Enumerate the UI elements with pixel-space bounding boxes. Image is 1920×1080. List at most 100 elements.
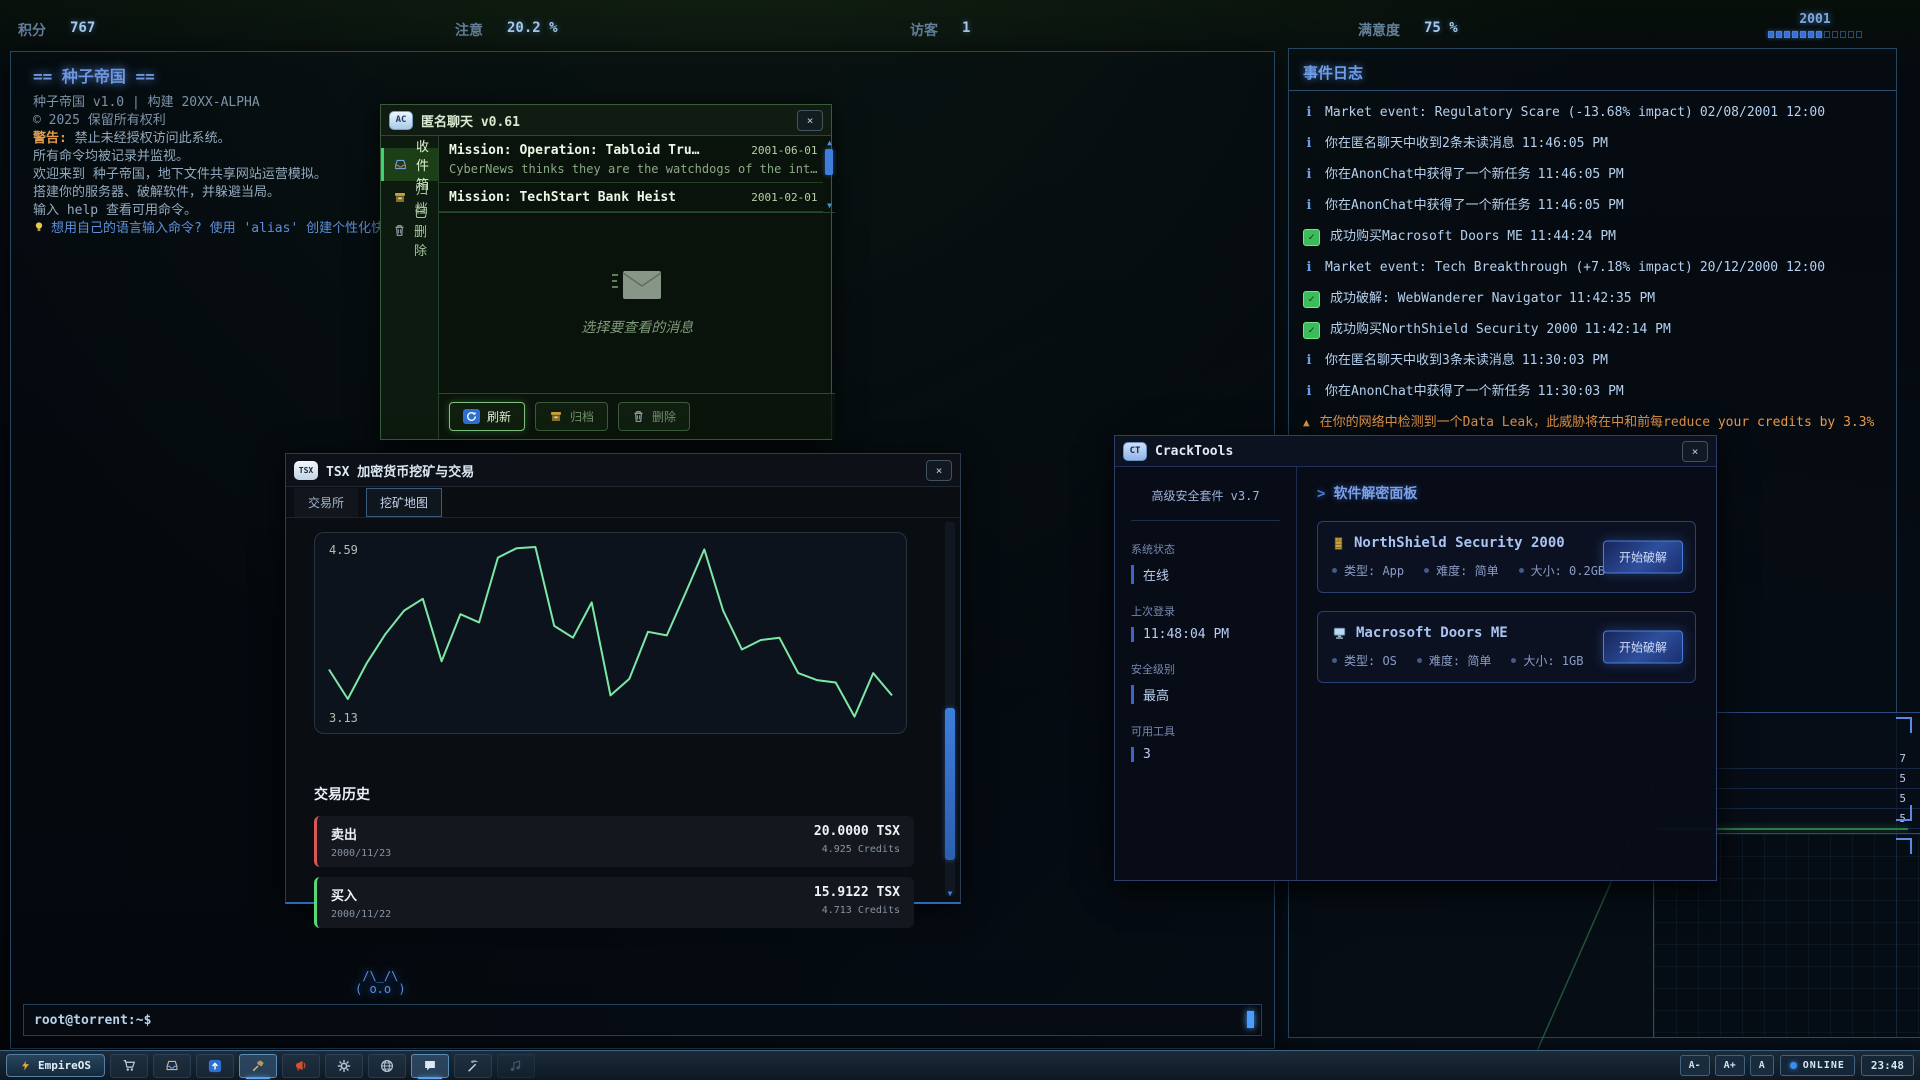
- event-log-entry: i你在AnonChat中获得了一个新任务11:46:05 PM: [1303, 196, 1882, 215]
- tab-exchange[interactable]: 交易所: [294, 488, 358, 517]
- score-stat: 积分767: [18, 20, 95, 40]
- price-chart: 4.59 3.13: [314, 532, 907, 734]
- mail-archive-button[interactable]: 归档: [535, 402, 608, 431]
- cabinet-icon: [1332, 536, 1345, 551]
- mail-trash-button[interactable]: 删除: [618, 402, 690, 431]
- mail-message[interactable]: Mission: Operation: Tabloid Tru…2001-06-…: [439, 136, 823, 183]
- anonchat-titlebar[interactable]: AC 匿名聊天 v0.61 ×: [381, 105, 831, 136]
- close-icon[interactable]: ×: [926, 460, 952, 481]
- cracktools-main: >软件解密面板 NorthShield Security 2000类型: App…: [1297, 467, 1716, 880]
- taskbar-app-cracktools[interactable]: [239, 1054, 277, 1078]
- terminal-prompt: root@torrent:~$: [34, 1013, 151, 1028]
- tsx-scrollbar[interactable]: ▼: [945, 522, 955, 896]
- taskbar-app-settings[interactable]: [325, 1054, 363, 1078]
- year-progress-square: [1776, 31, 1782, 38]
- cracktools-window: CT CrackTools × 高级安全套件 v3.7 系统状态在线上次登录11…: [1114, 435, 1717, 881]
- font-size-button[interactable]: A+: [1715, 1055, 1745, 1076]
- launcher-label: EmpireOS: [38, 1059, 91, 1072]
- event-log-entry: i你在AnonChat中获得了一个新任务11:30:03 PM: [1303, 382, 1882, 401]
- event-log-entry: iMarket event: Tech Breakthrough (+7.18%…: [1303, 258, 1882, 277]
- taskbar-app-marketing[interactable]: [282, 1054, 320, 1078]
- mail-message[interactable]: Mission: TechStart Bank Heist2001-02-01: [439, 183, 823, 212]
- chart-low-label: 3.13: [329, 711, 358, 725]
- mail-sidebar: 收件箱归档已删除: [381, 136, 439, 439]
- inbox-icon: [393, 158, 408, 171]
- scroll-down-icon[interactable]: ▼: [827, 201, 832, 210]
- cracktools-title: CrackTools: [1155, 444, 1233, 459]
- message-scrollbar[interactable]: ▲▼: [824, 138, 834, 210]
- chart-high-label: 4.59: [329, 543, 358, 557]
- trash-icon: [632, 410, 645, 423]
- tsx-app-icon: TSX: [294, 461, 318, 480]
- cracktools-titlebar[interactable]: CT CrackTools ×: [1115, 436, 1716, 467]
- tsx-titlebar[interactable]: TSX TSX 加密货币挖矿与交易 ×: [286, 454, 960, 487]
- event-log-entry: ✓成功购买Macrosoft Doors ME11:44:24 PM: [1303, 227, 1882, 246]
- event-log-entry: ✓成功破解: WebWanderer Navigator11:42:35 PM: [1303, 289, 1882, 308]
- anonchat-title: 匿名聊天 v0.61: [421, 111, 520, 130]
- trash-icon: [393, 224, 406, 237]
- year-progress-square: [1824, 31, 1830, 38]
- system-stat: 上次登录11:48:04 PM: [1131, 603, 1280, 642]
- start-crack-button[interactable]: 开始破解: [1603, 631, 1683, 664]
- upload-icon: [208, 1059, 222, 1073]
- year-progress: [1768, 31, 1862, 38]
- font-size-button[interactable]: A: [1750, 1055, 1774, 1076]
- start-crack-button[interactable]: 开始破解: [1603, 541, 1683, 574]
- event-log-entry: i你在匿名聊天中收到3条未读消息11:30:03 PM: [1303, 351, 1882, 370]
- info-icon: i: [1303, 351, 1315, 370]
- anonchat-window: AC 匿名聊天 v0.61 × 收件箱归档已删除 Mission: Operat…: [380, 104, 832, 440]
- scrollbar-thumb[interactable]: [945, 708, 955, 860]
- taskbar-clock: 23:48: [1861, 1055, 1914, 1076]
- system-stat: 安全级别最高: [1131, 661, 1280, 704]
- event-log-entry: iMarket event: Regulatory Scare (-13.68%…: [1303, 103, 1882, 122]
- taskbar-app-music[interactable]: [497, 1054, 535, 1078]
- attention-stat: 注意20.2 %: [455, 20, 558, 40]
- visitors-stat: 访客1: [910, 20, 970, 40]
- scroll-down-icon[interactable]: ▼: [945, 889, 955, 898]
- cart-icon: [122, 1059, 136, 1072]
- trade-history: 交易历史 卖出2000/11/2320.0000 TSX4.925 Credit…: [314, 784, 914, 938]
- mail-folder-archive[interactable]: 归档: [381, 181, 438, 214]
- scrollbar-thumb[interactable]: [825, 149, 833, 175]
- info-icon: i: [1303, 382, 1315, 401]
- taskbar-app-browser[interactable]: [368, 1054, 406, 1078]
- mail-refresh-button[interactable]: 刷新: [449, 402, 525, 431]
- tsx-window: TSX TSX 加密货币挖矿与交易 × 交易所挖矿地图 4.59 3.13 交易…: [285, 453, 961, 904]
- close-icon[interactable]: ×: [797, 110, 823, 131]
- taskbar-app-upload[interactable]: [196, 1054, 234, 1078]
- refresh-icon: [463, 409, 480, 424]
- trade-history-title: 交易历史: [314, 784, 914, 804]
- taskbar-right: A-A+A ONLINE 23:48: [1680, 1055, 1914, 1076]
- year-progress-square: [1832, 31, 1838, 38]
- status-dot-icon: [1790, 1062, 1797, 1069]
- taskbar-app-mail[interactable]: [153, 1054, 191, 1078]
- font-size-button[interactable]: A-: [1680, 1055, 1710, 1076]
- terminal-input[interactable]: root@torrent:~$: [23, 1004, 1262, 1036]
- taskbar-app-mining[interactable]: [454, 1054, 492, 1078]
- scroll-up-icon[interactable]: ▲: [827, 138, 832, 147]
- mail-folder-trash[interactable]: 已删除: [381, 214, 438, 247]
- mail-folder-inbox[interactable]: 收件箱: [381, 148, 438, 181]
- taskbar-app-shop[interactable]: [110, 1054, 148, 1078]
- trade-history-item: 买入2000/11/2215.9122 TSX4.713 Credits: [314, 877, 914, 928]
- tab-mining-map[interactable]: 挖矿地图: [366, 488, 442, 517]
- monitor-icon: [1332, 626, 1347, 640]
- event-log-entry: i你在匿名聊天中收到2条未读消息11:46:05 PM: [1303, 134, 1882, 153]
- hammer-icon: [251, 1059, 265, 1073]
- year-progress-square: [1808, 31, 1814, 38]
- year-progress-square: [1784, 31, 1790, 38]
- system-stat: 可用工具3: [1131, 723, 1280, 762]
- decrypt-panel-title: >软件解密面板: [1317, 483, 1696, 503]
- event-log-title: 事件日志: [1289, 49, 1896, 91]
- close-icon[interactable]: ×: [1682, 441, 1708, 462]
- status-label: ONLINE: [1803, 1060, 1845, 1071]
- pickaxe-icon: [466, 1059, 480, 1073]
- globe-icon: [380, 1059, 394, 1073]
- event-log-entry: i你在AnonChat中获得了一个新任务11:46:05 PM: [1303, 165, 1882, 184]
- success-check-icon: ✓: [1303, 291, 1320, 308]
- tsx-tabs: 交易所挖矿地图: [286, 487, 960, 518]
- info-icon: i: [1303, 258, 1315, 277]
- empireos-launcher-button[interactable]: EmpireOS: [6, 1054, 105, 1077]
- taskbar-app-anonchat[interactable]: [411, 1054, 449, 1078]
- top-status-bar: 积分767 注意20.2 % 访客1 满意度75 % 2001: [0, 0, 1920, 48]
